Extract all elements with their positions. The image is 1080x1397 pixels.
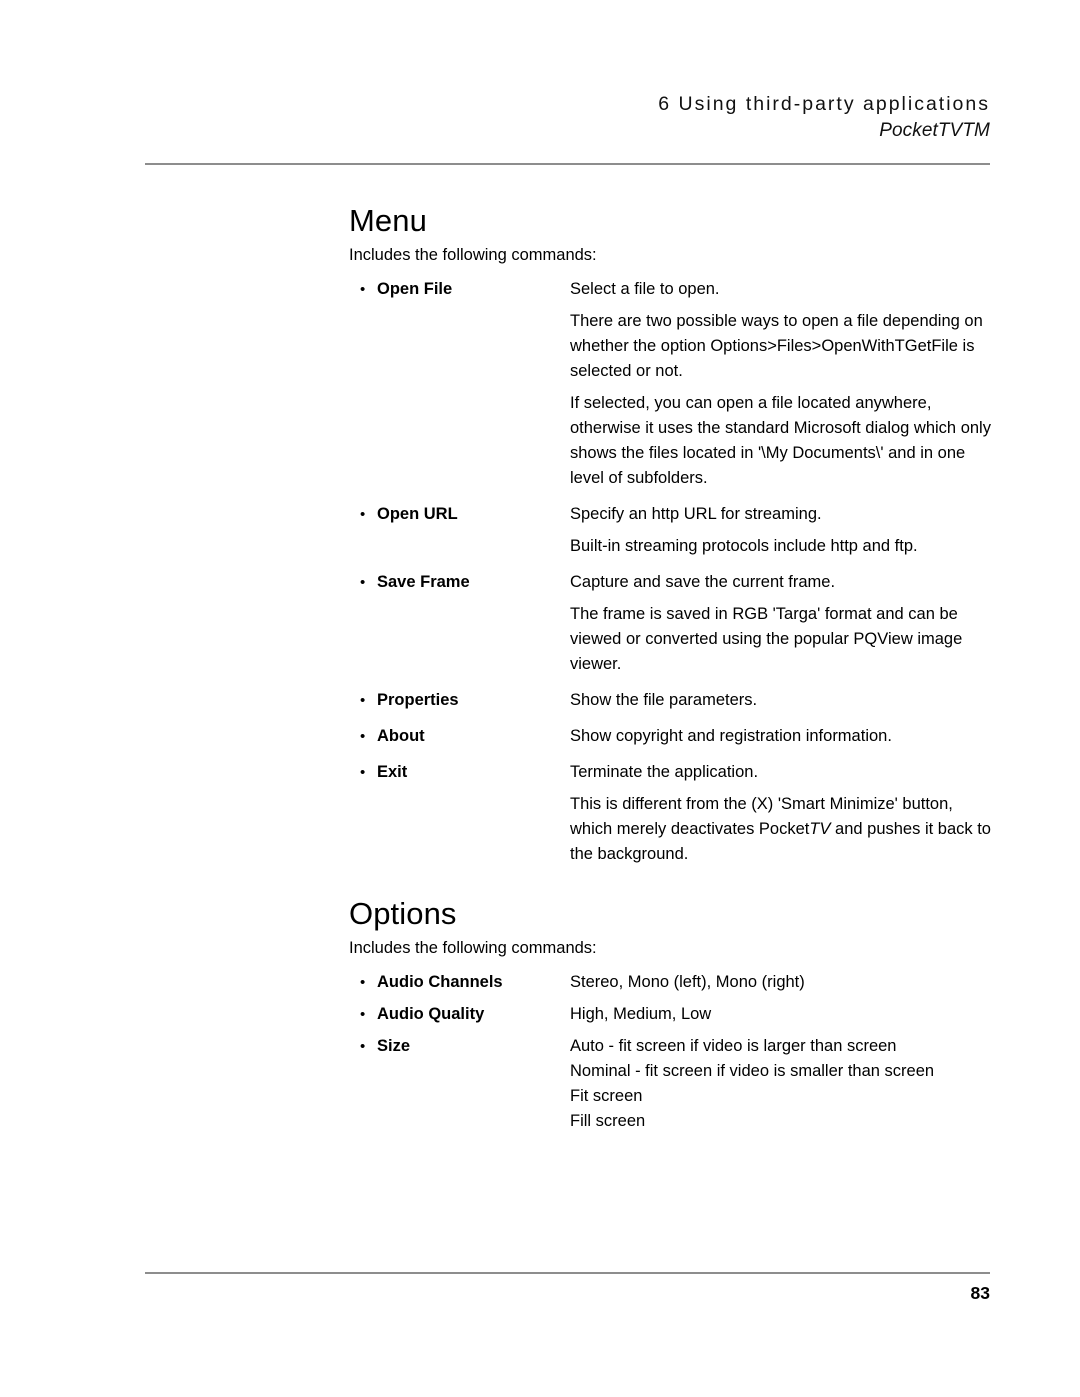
- list-item: • About Show copyright and registration …: [349, 724, 994, 749]
- term-cell: • Properties: [349, 688, 570, 713]
- term-cell: • Save Frame: [349, 570, 570, 595]
- term-cell: • Exit: [349, 760, 570, 785]
- command-desc: Select a file to open.: [570, 279, 720, 298]
- term-cell: • Audio Channels: [349, 970, 570, 995]
- bullet-icon: •: [360, 1037, 366, 1055]
- option-desc: Nominal - fit screen if video is smaller…: [570, 1061, 935, 1080]
- command-desc: There are two possible ways to open a fi…: [570, 311, 983, 380]
- option-term-size: Size: [377, 1036, 411, 1055]
- command-desc: Show copyright and registration informat…: [570, 726, 892, 745]
- term-cell: • Size: [349, 1034, 570, 1059]
- command-term-properties: Properties: [377, 690, 459, 709]
- header-product-name: PocketTVTM: [879, 120, 990, 142]
- list-item: • Audio Quality High, Medium, Low: [349, 1002, 994, 1027]
- list-item: • Properties Show the file parameters.: [349, 688, 994, 713]
- bullet-icon: •: [360, 573, 366, 591]
- bullet-icon: •: [360, 691, 366, 709]
- section-options: Options Includes the following commands:…: [349, 895, 994, 1134]
- section-menu: Menu Includes the following commands: • …: [349, 203, 994, 867]
- term-cell: • Open File: [349, 277, 570, 302]
- command-desc: Specify an http URL for streaming.: [570, 504, 822, 523]
- list-item: • Save Frame Capture and save the curren…: [349, 570, 994, 677]
- bullet-icon: •: [360, 505, 366, 523]
- desc-cell: Terminate the application. This is diffe…: [570, 760, 994, 867]
- desc-cell: Specify an http URL for streaming. Built…: [570, 502, 994, 559]
- desc-text-italic: TV: [809, 819, 831, 838]
- section-intro-options: Includes the following commands:: [349, 938, 597, 957]
- command-term-about: About: [377, 726, 425, 745]
- desc-cell: Capture and save the current frame. The …: [570, 570, 994, 677]
- options-command-list: • Audio Channels Stereo, Mono (left), Mo…: [349, 970, 994, 1134]
- option-term-audio-channels: Audio Channels: [377, 972, 503, 991]
- section-intro-menu: Includes the following commands:: [349, 246, 597, 265]
- command-term-save-frame: Save Frame: [377, 572, 470, 591]
- command-term-open-file: Open File: [377, 279, 453, 298]
- list-item: • Open File Select a file to open. There…: [349, 277, 994, 491]
- header-chapter-title: 6 Using third-party applications: [658, 93, 990, 115]
- list-item: • Audio Channels Stereo, Mono (left), Mo…: [349, 970, 994, 995]
- menu-command-list: • Open File Select a file to open. There…: [349, 277, 994, 867]
- term-cell: • Audio Quality: [349, 1002, 570, 1027]
- page-number: 83: [970, 1283, 990, 1303]
- command-desc: If selected, you can open a file located…: [570, 393, 991, 487]
- desc-cell: Show copyright and registration informat…: [570, 724, 994, 749]
- list-item: • Open URL Specify an http URL for strea…: [349, 502, 994, 559]
- section-title-options: Options: [349, 895, 457, 931]
- command-desc: Terminate the application.: [570, 762, 759, 781]
- bullet-icon: •: [360, 763, 366, 781]
- desc-cell: Auto - fit screen if video is larger tha…: [570, 1034, 994, 1134]
- desc-cell: Show the file parameters.: [570, 688, 994, 713]
- command-desc-rich: This is different from the (X) 'Smart Mi…: [570, 792, 994, 867]
- command-desc: Built-in streaming protocols include htt…: [570, 536, 918, 555]
- option-desc: Stereo, Mono (left), Mono (right): [570, 972, 805, 991]
- list-item: • Exit Terminate the application. This i…: [349, 760, 994, 867]
- term-cell: • Open URL: [349, 502, 570, 527]
- bullet-icon: •: [360, 1005, 366, 1023]
- term-cell: • About: [349, 724, 570, 749]
- command-desc: Capture and save the current frame.: [570, 572, 836, 591]
- command-term-exit: Exit: [377, 762, 408, 781]
- option-desc: High, Medium, Low: [570, 1004, 712, 1023]
- command-desc: Show the file parameters.: [570, 690, 758, 709]
- desc-cell: High, Medium, Low: [570, 1002, 994, 1027]
- option-term-audio-quality: Audio Quality: [377, 1004, 485, 1023]
- option-desc: Auto - fit screen if video is larger tha…: [570, 1036, 897, 1055]
- header-divider-rule: [145, 163, 990, 165]
- bullet-icon: •: [360, 727, 366, 745]
- option-desc: Fill screen: [570, 1111, 646, 1130]
- option-desc: Fit screen: [570, 1086, 643, 1105]
- footer-divider-rule: [145, 1272, 990, 1274]
- command-term-open-url: Open URL: [377, 504, 458, 523]
- desc-cell: Stereo, Mono (left), Mono (right): [570, 970, 994, 995]
- list-item: • Size Auto - fit screen if video is lar…: [349, 1034, 994, 1134]
- page-content: Menu Includes the following commands: • …: [349, 203, 994, 1134]
- section-title-menu: Menu: [349, 203, 427, 238]
- desc-cell: Select a file to open. There are two pos…: [570, 277, 994, 491]
- command-desc: The frame is saved in RGB 'Targa' format…: [570, 604, 963, 673]
- bullet-icon: •: [360, 280, 366, 298]
- page-header: 6 Using third-party applications PocketT…: [145, 92, 990, 144]
- bullet-icon: •: [360, 973, 366, 991]
